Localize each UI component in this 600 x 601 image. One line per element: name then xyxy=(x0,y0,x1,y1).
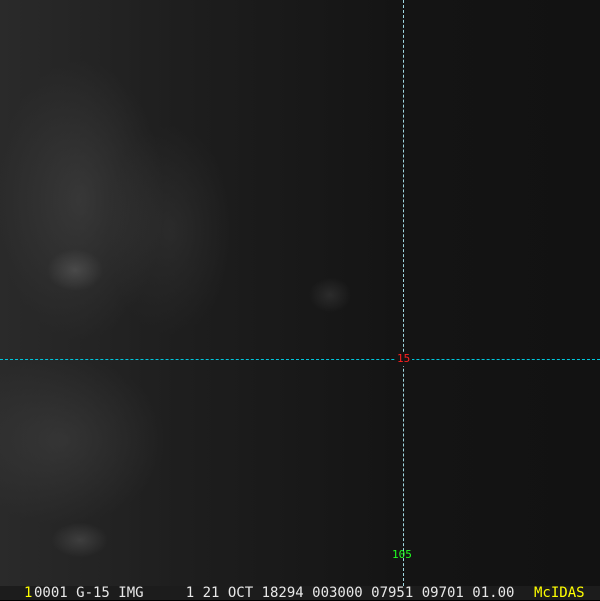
mcidas-logo: McIDAS xyxy=(534,585,585,601)
longitude-label: 105 xyxy=(392,548,412,561)
status-bar: 1 0001 G-15 IMG 1 21 OCT 18294 003000 07… xyxy=(0,586,600,600)
latitude-grid-line xyxy=(0,359,600,360)
longitude-grid-line xyxy=(403,0,404,586)
latitude-label: 15 xyxy=(395,352,413,366)
satellite-image: 15 105 1 0001 G-15 IMG 1 21 OCT 18294 00… xyxy=(0,0,600,600)
frame-number: 1 xyxy=(24,585,33,601)
image-info: 0001 G-15 IMG 1 21 OCT 18294 003000 0795… xyxy=(34,585,515,601)
